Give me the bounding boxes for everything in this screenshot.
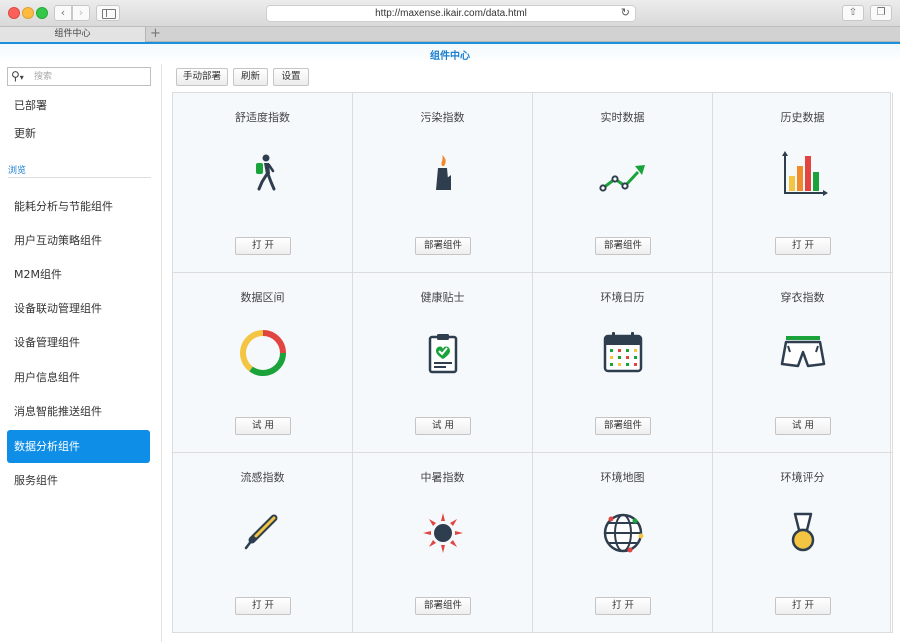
card-title: 历史数据	[780, 111, 825, 124]
donut-chart-icon	[240, 330, 286, 377]
card-action-button[interactable]: 打 开	[235, 237, 291, 255]
new-tab-button[interactable]: +	[150, 27, 161, 41]
card-title: 环境地图	[600, 471, 645, 484]
sidebar-item-push[interactable]: 消息智能推送组件	[7, 395, 150, 428]
card-action-button[interactable]: 部署组件	[415, 597, 471, 615]
medal-icon	[791, 512, 815, 552]
card-title: 穿衣指数	[780, 291, 825, 304]
card-action-button[interactable]: 部署组件	[595, 237, 651, 255]
sidebar-item-device-linkage[interactable]: 设备联动管理组件	[7, 292, 150, 325]
bar-chart-icon	[782, 151, 828, 196]
manual-deploy-button[interactable]: 手动部署	[176, 68, 228, 86]
search-input[interactable]	[34, 70, 144, 83]
component-grid: 舒适度指数 打 开 污染指数 部署组件 实时数据 部署组件 历史数据 打 开 数…	[172, 92, 893, 633]
card-title: 实时数据	[600, 111, 645, 124]
card-action-button[interactable]: 部署组件	[415, 237, 471, 255]
card-title: 舒适度指数	[235, 111, 290, 124]
calendar-icon	[603, 332, 643, 373]
sidebar-item-user-info[interactable]: 用户信息组件	[7, 361, 150, 394]
minimize-window-button[interactable]	[22, 7, 34, 19]
card-flu-index: 流感指数 打 开	[173, 453, 353, 633]
card-title: 中暑指数	[420, 471, 465, 484]
share-icon[interactable]: ⇧	[842, 5, 864, 21]
card-realtime-data: 实时数据 部署组件	[533, 93, 713, 273]
card-action-button[interactable]: 打 开	[235, 597, 291, 615]
card-data-range: 数据区间 试 用	[173, 273, 353, 453]
forward-button[interactable]: ›	[72, 5, 90, 21]
card-env-map: 环境地图 打 开	[533, 453, 713, 633]
close-window-button[interactable]	[8, 7, 20, 19]
sidebar: ⚲ 已部署 更新 浏览 能耗分析与节能组件 用户互动策略组件 M2M组件 设备联…	[0, 64, 162, 642]
sidebar-divider	[8, 177, 151, 178]
card-title: 环境评分	[780, 471, 825, 484]
back-button[interactable]: ‹	[54, 5, 72, 21]
browser-tab[interactable]: 组件中心	[0, 27, 146, 42]
card-historical-data: 历史数据 打 开	[713, 93, 893, 273]
shorts-icon	[780, 336, 826, 368]
sidebar-toggle-icon[interactable]	[96, 5, 120, 21]
hiker-icon	[256, 154, 276, 191]
address-bar[interactable]: http://maxense.ikair.com/data.html ↻	[266, 5, 636, 22]
sun-icon	[423, 513, 463, 553]
card-title: 数据区间	[240, 291, 285, 304]
sidebar-section-browse: 浏览	[8, 166, 27, 176]
thermometer-icon	[244, 514, 278, 550]
card-comfort-index: 舒适度指数 打 开	[173, 93, 353, 273]
search-box[interactable]: ⚲	[7, 67, 151, 86]
reload-icon[interactable]: ↻	[621, 6, 630, 21]
zoom-window-button[interactable]	[36, 7, 48, 19]
card-title: 健康贴士	[420, 291, 465, 304]
card-title: 污染指数	[420, 111, 465, 124]
search-icon[interactable]: ⚲	[11, 69, 24, 83]
sidebar-item-data-analysis[interactable]: 数据分析组件	[7, 430, 150, 463]
clipboard-check-icon	[428, 334, 458, 374]
card-action-button[interactable]: 试 用	[415, 417, 471, 435]
card-pollution-index: 污染指数 部署组件	[353, 93, 533, 273]
factory-icon	[436, 155, 451, 190]
sidebar-item-updates[interactable]: 更新	[7, 117, 150, 150]
app-header: 组件中心	[0, 42, 900, 64]
card-action-button[interactable]: 打 开	[775, 597, 831, 615]
settings-button[interactable]: 设置	[273, 68, 309, 86]
sidebar-item-energy[interactable]: 能耗分析与节能组件	[7, 190, 150, 223]
sidebar-item-device-management[interactable]: 设备管理组件	[7, 326, 150, 359]
card-title: 流感指数	[240, 471, 285, 484]
sidebar-item-m2m[interactable]: M2M组件	[7, 258, 150, 291]
tabs-overview-icon[interactable]: ❐	[870, 5, 892, 21]
globe-icon	[603, 513, 644, 553]
sidebar-item-services[interactable]: 服务组件	[7, 464, 150, 497]
card-action-button[interactable]: 部署组件	[595, 417, 651, 435]
card-action-button[interactable]: 打 开	[775, 237, 831, 255]
card-action-button[interactable]: 试 用	[775, 417, 831, 435]
card-title: 环境日历	[600, 291, 645, 304]
card-clothing-index: 穿衣指数 试 用	[713, 273, 893, 453]
card-env-score: 环境评分 打 开	[713, 453, 893, 633]
refresh-button[interactable]: 刷新	[233, 68, 268, 86]
page-title: 组件中心	[430, 51, 470, 62]
tab-strip: 组件中心 +	[0, 27, 900, 42]
card-action-button[interactable]: 打 开	[595, 597, 651, 615]
card-action-button[interactable]: 试 用	[235, 417, 291, 435]
card-health-tips: 健康贴士 试 用	[353, 273, 533, 453]
address-url: http://maxense.ikair.com/data.html	[375, 8, 527, 19]
trend-line-icon	[599, 165, 645, 192]
card-heatstroke-index: 中暑指数 部署组件	[353, 453, 533, 633]
card-env-calendar: 环境日历 部署组件	[533, 273, 713, 453]
browser-titlebar: ‹ › http://maxense.ikair.com/data.html ↻…	[0, 0, 900, 27]
sidebar-item-interaction[interactable]: 用户互动策略组件	[7, 224, 150, 257]
